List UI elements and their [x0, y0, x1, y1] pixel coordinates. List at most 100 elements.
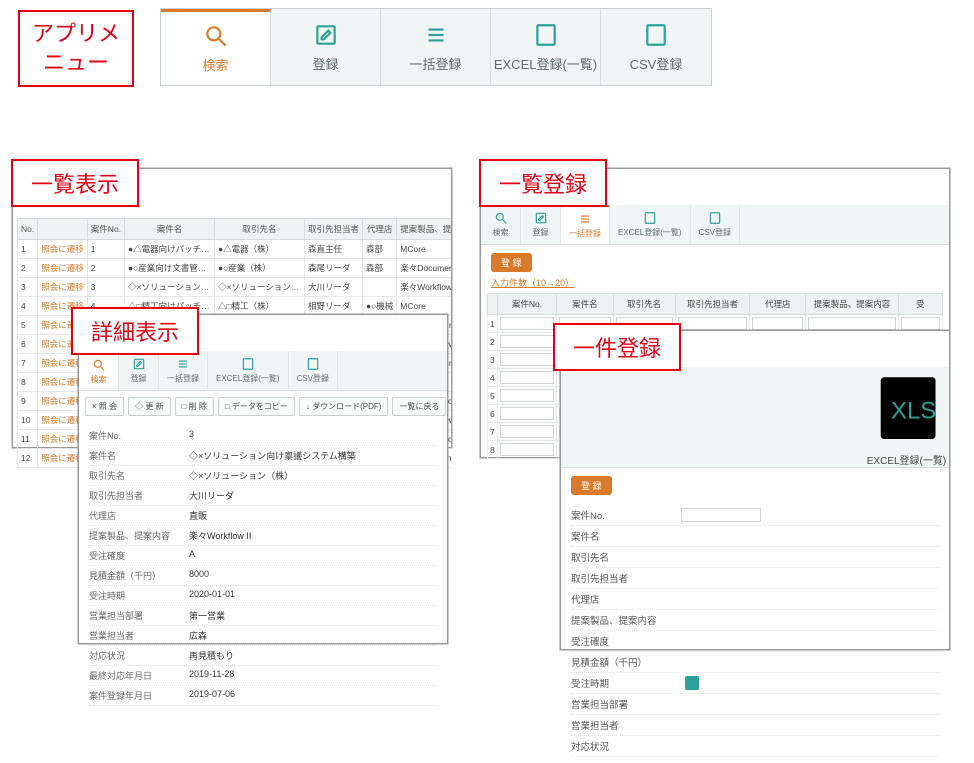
- field-input[interactable]: [681, 508, 761, 522]
- tab-検索[interactable]: 検索: [79, 351, 119, 390]
- action-button[interactable]: × 照 会: [85, 397, 124, 416]
- bulk-cell-input[interactable]: [678, 317, 747, 330]
- col-案件No.: 案件No.: [497, 294, 557, 315]
- col-代理店: 代理店: [363, 219, 397, 240]
- col-提案製品、提案内容: 提案製品、提案内容: [806, 294, 898, 315]
- bulk-cell-input[interactable]: [500, 443, 555, 456]
- tab-CSV登録[interactable]: CSV登録: [601, 9, 711, 85]
- single-panel-label: 一件登録: [553, 323, 681, 371]
- detail-link[interactable]: 照会に遷移: [38, 259, 88, 278]
- field-row: 提案製品、提案内容: [571, 610, 939, 631]
- field-row: 最終対応年月日2019-11-28: [89, 666, 437, 686]
- detail-panel-label: 詳細表示: [71, 307, 199, 355]
- field-row: 営業担当部署第一営業: [89, 606, 437, 626]
- bulk-register-badge[interactable]: 登 録: [491, 253, 532, 272]
- field-row: 案件No.3: [89, 426, 437, 446]
- bulk-panel-label: 一覧登録: [479, 159, 607, 207]
- action-button[interactable]: □ データをコピー: [218, 397, 295, 416]
- bulk-cell-input[interactable]: [500, 425, 555, 438]
- field-row: 営業担当部署: [571, 694, 939, 715]
- col-取引先名: 取引先名: [214, 219, 304, 240]
- col-代理店: 代理店: [750, 294, 806, 315]
- tab-label: 検索: [202, 55, 228, 74]
- field-row: 取引先担当者大川リーダ: [89, 486, 437, 506]
- bulk-cell-input[interactable]: [500, 371, 555, 384]
- tab-CSV登録[interactable]: CSV登録: [289, 351, 338, 390]
- list-panel-label: 一覧表示: [11, 159, 139, 207]
- tab-登録[interactable]: 登録: [521, 205, 561, 244]
- bulk-cell-input[interactable]: [752, 317, 803, 330]
- tab-label: CSV登録: [630, 54, 683, 73]
- col-No.: No.: [18, 219, 38, 240]
- field-row: 受注確度: [571, 631, 939, 652]
- col-: [488, 294, 498, 315]
- tab-一括登録[interactable]: 一括登録: [561, 205, 610, 244]
- detail-tabs: 検索登録一括登録EXCEL登録(一覧)CSV登録: [79, 351, 447, 391]
- tab-一括登録[interactable]: 一括登録: [159, 351, 208, 390]
- col-: [38, 219, 88, 240]
- single-tabs: XLS EXCEL登録(一覧): [561, 367, 949, 468]
- single-register-badge[interactable]: 登 録: [571, 476, 612, 495]
- action-button[interactable]: □ 削 除: [175, 397, 214, 416]
- bulk-cell-input[interactable]: [500, 407, 555, 420]
- field-row: 取引先名: [571, 547, 939, 568]
- col-受: 受: [898, 294, 942, 315]
- tab-label: EXCEL登録(一覧): [494, 54, 597, 73]
- field-row: 受注時期2020-01-01: [89, 586, 437, 606]
- bulk-cell-input[interactable]: [500, 317, 555, 330]
- bulk-cell-input[interactable]: [500, 353, 555, 366]
- action-button[interactable]: 一覧に戻る: [392, 397, 446, 416]
- bulk-note[interactable]: 入力件数（10→20）: [491, 276, 949, 289]
- tab-登録[interactable]: 登録: [119, 351, 159, 390]
- col-案件名: 案件名: [557, 294, 613, 315]
- field-row: 案件名: [571, 526, 939, 547]
- detail-actions: × 照 会◇ 更 新 □ 削 除□ データをコピー↓ ダウンロード(PDF)一覧に…: [79, 391, 447, 422]
- field-row: 受注確度A: [89, 546, 437, 566]
- action-button[interactable]: ◇ 更 新: [128, 397, 170, 416]
- tab-EXCEL登録(一覧)[interactable]: EXCEL登録(一覧): [491, 9, 601, 85]
- single-fields: 案件No.案件名取引先名取引先担当者代理店提案製品、提案内容受注確度見積金額（千…: [561, 499, 949, 763]
- col-案件名: 案件名: [124, 219, 214, 240]
- field-row: 案件No.: [571, 505, 939, 526]
- action-button[interactable]: ↓ ダウンロード(PDF): [299, 397, 389, 416]
- field-row: 取引先担当者: [571, 568, 939, 589]
- tab-登録[interactable]: 登録: [271, 9, 381, 85]
- single-panel: 一件登録 XLS EXCEL登録(一覧) 登 録 案件No.案件名取引先名取引先…: [560, 330, 950, 650]
- bulk-cell-input[interactable]: [901, 317, 940, 330]
- bulk-cell-input[interactable]: [808, 317, 895, 330]
- table-row: 3 照会に遷移 3 ◇×ソリューション向け稟議システム構築 ◇×ソリューション（…: [18, 278, 452, 297]
- col-提案製品、提案内容: 提案製品、提案内容: [397, 219, 451, 240]
- tab-検索[interactable]: 検索: [481, 205, 521, 244]
- app-menu-label: アプリメ ニュー: [18, 10, 134, 87]
- field-row: 代理店: [571, 589, 939, 610]
- field-row: 提案製品、提案内容楽々Workflow II: [89, 526, 437, 546]
- detail-link[interactable]: 照会に遷移: [38, 240, 88, 259]
- tab-一括登録[interactable]: 一括登録: [381, 9, 491, 85]
- bulk-cell-input[interactable]: [500, 389, 555, 402]
- field-row: 受注時期: [571, 673, 939, 694]
- tab-excel[interactable]: XLS EXCEL登録(一覧): [867, 367, 949, 467]
- field-row: 代理店直販: [89, 506, 437, 526]
- field-row: 案件登録年月日2019-07-06: [89, 686, 437, 706]
- tab-EXCEL登録(一覧)[interactable]: EXCEL登録(一覧): [208, 351, 289, 390]
- field-row: 取引先名◇×ソリューション（株）: [89, 466, 437, 486]
- field-row: 見積金額（千円）: [571, 652, 939, 673]
- bulk-tabs: 検索登録一括登録EXCEL登録(一覧)CSV登録: [481, 205, 949, 245]
- table-row: 1 照会に遷移 1 ●△電器向けパッチ配信システム ●△電器（株） 森直主任 森…: [18, 240, 452, 259]
- col-取引先名: 取引先名: [613, 294, 675, 315]
- field-row: 営業担当者広森: [89, 626, 437, 646]
- field-row: 営業担当者: [571, 715, 939, 736]
- detail-link[interactable]: 照会に遷移: [38, 278, 88, 297]
- calendar-icon[interactable]: [685, 676, 699, 690]
- detail-fields: 案件No.3案件名◇×ソリューション向け稟議システム構築取引先名◇×ソリューショ…: [79, 422, 447, 710]
- field-row: 対応状況: [571, 736, 939, 757]
- table-row: 2 照会に遷移 2 ●○産業向け文書管理システム ●○産業（株） 森尾リーダ 森…: [18, 259, 452, 278]
- tab-検索[interactable]: 検索: [161, 9, 271, 85]
- col-案件No.: 案件No.: [87, 219, 124, 240]
- tab-CSV登録[interactable]: CSV登録: [691, 205, 740, 244]
- tab-EXCEL登録(一覧)[interactable]: EXCEL登録(一覧): [610, 205, 691, 244]
- bulk-cell-input[interactable]: [500, 335, 555, 348]
- detail-panel: 詳細表示 検索登録一括登録EXCEL登録(一覧)CSV登録 × 照 会◇ 更 新…: [78, 314, 448, 644]
- col-取引先担当者: 取引先担当者: [304, 219, 362, 240]
- tab-label: 登録: [312, 54, 338, 73]
